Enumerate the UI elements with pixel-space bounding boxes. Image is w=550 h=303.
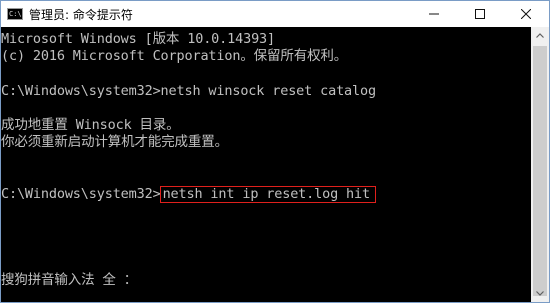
console-line: Microsoft Windows [版本 10.0.14393] [1,31,276,47]
console-prompt-line: C:\Windows\system32> netsh int ip reset.l… [1,185,531,203]
prompt: C:\Windows\system32> [1,185,161,202]
chevron-up-icon [536,33,544,38]
window-controls [411,1,549,27]
title-bar[interactable]: C:\ 管理员: 命令提示符 [1,1,549,27]
vertical-scrollbar[interactable] [531,27,549,302]
console-line: 你必须重新启动计算机才能完成重置。 [1,134,228,151]
scroll-down-button[interactable] [531,285,549,302]
maximize-icon [475,9,485,19]
ime-status-line: 搜狗拼音输入法 全 ： [1,271,138,288]
window-title: 管理员: 命令提示符 [29,7,133,22]
close-button[interactable] [503,1,549,27]
chevron-down-icon [536,291,544,296]
command-prompt-window: C:\ 管理员: 命令提示符 Microsoft Windows [版本 10.… [0,0,550,303]
console-line: C:\Windows\system32>netsh winsock reset … [1,82,376,99]
minimize-icon [429,13,439,15]
highlighted-command: netsh int ip reset.log hit [159,185,376,203]
scroll-thumb[interactable] [533,46,547,296]
maximize-button[interactable] [457,1,503,27]
console-line: (c) 2016 Microsoft Corporation。保留所有权利。 [1,48,348,65]
minimize-button[interactable] [411,1,457,27]
cmd-icon: C:\ [7,8,23,20]
console-line: 成功地重置 Winsock 目录。 [1,116,180,133]
scroll-up-button[interactable] [531,27,549,44]
console-output[interactable]: Microsoft Windows [版本 10.0.14393] (c) 20… [1,27,531,302]
close-icon [521,9,531,19]
